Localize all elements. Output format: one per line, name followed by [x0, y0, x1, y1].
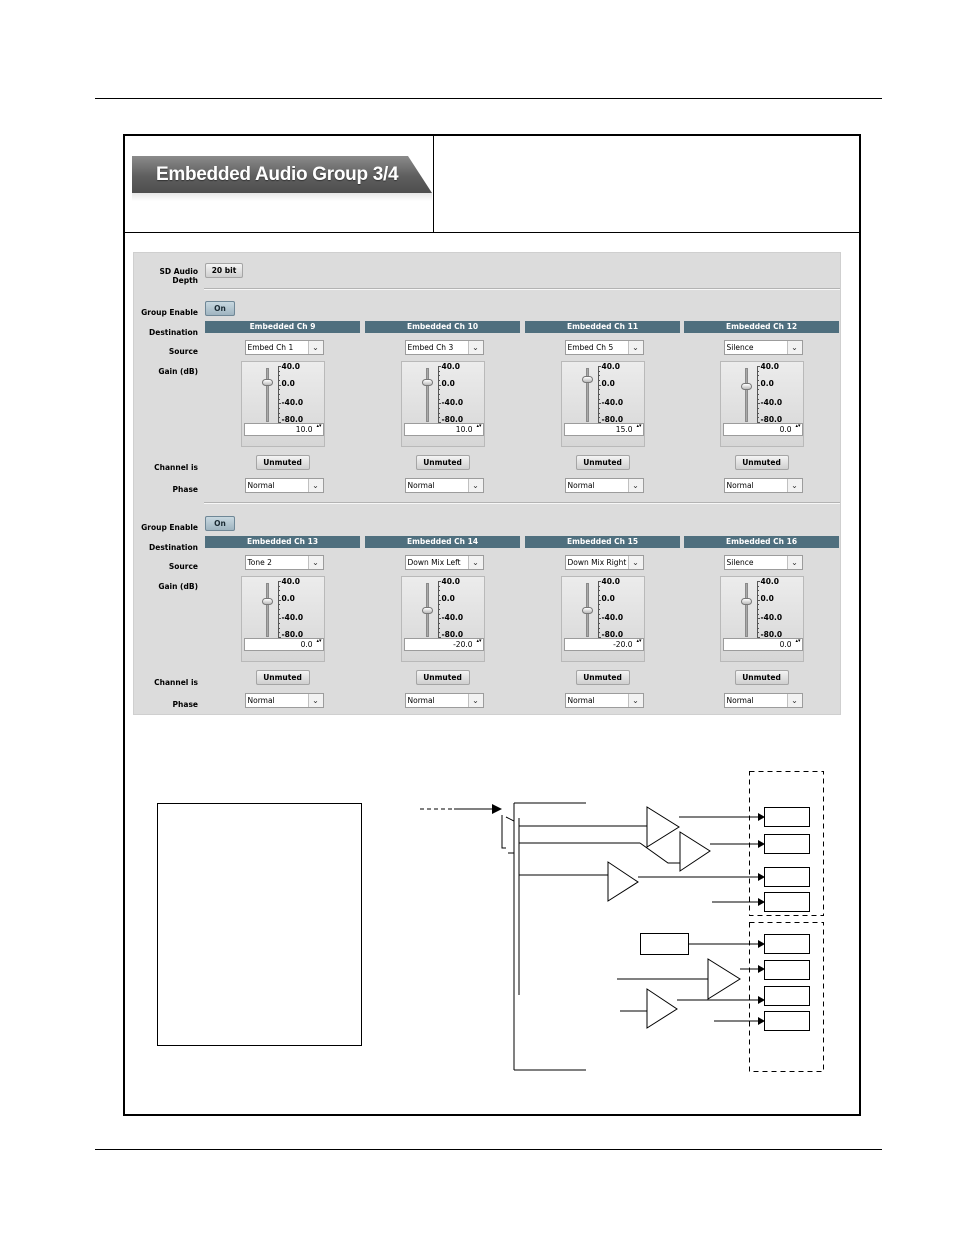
gain-triangle-icon: [646, 806, 680, 848]
arrow-icon: [758, 996, 765, 1004]
gain-triangle-icon: [607, 861, 639, 902]
output-box: [764, 960, 810, 980]
output-box: [764, 934, 810, 954]
gain-triangle-icon: [646, 988, 678, 1029]
output-box: [764, 834, 810, 854]
tone-box: [640, 933, 689, 955]
arrow-icon: [758, 940, 765, 948]
input-bracket: [501, 815, 506, 849]
output-box: [764, 867, 810, 887]
arrow-icon: [758, 1017, 765, 1025]
output-box: [764, 986, 810, 1006]
arrow-icon: [758, 965, 765, 973]
arrow-icon: [758, 840, 765, 848]
output-box: [764, 1011, 810, 1031]
arrow-icon: [758, 873, 765, 881]
arrow-icon: [758, 813, 765, 821]
arrow-icon: [758, 898, 765, 906]
output-box: [764, 807, 810, 827]
input-bracket-inner: [505, 816, 515, 854]
output-box: [764, 892, 810, 912]
gain-triangle-icon: [707, 958, 741, 1000]
input-arrow-icon: [492, 804, 502, 814]
source-box: [157, 803, 362, 1046]
gain-triangle-icon: [679, 831, 711, 872]
signal-flow-diagram: [157, 771, 824, 1072]
feed-line: [639, 842, 680, 864]
